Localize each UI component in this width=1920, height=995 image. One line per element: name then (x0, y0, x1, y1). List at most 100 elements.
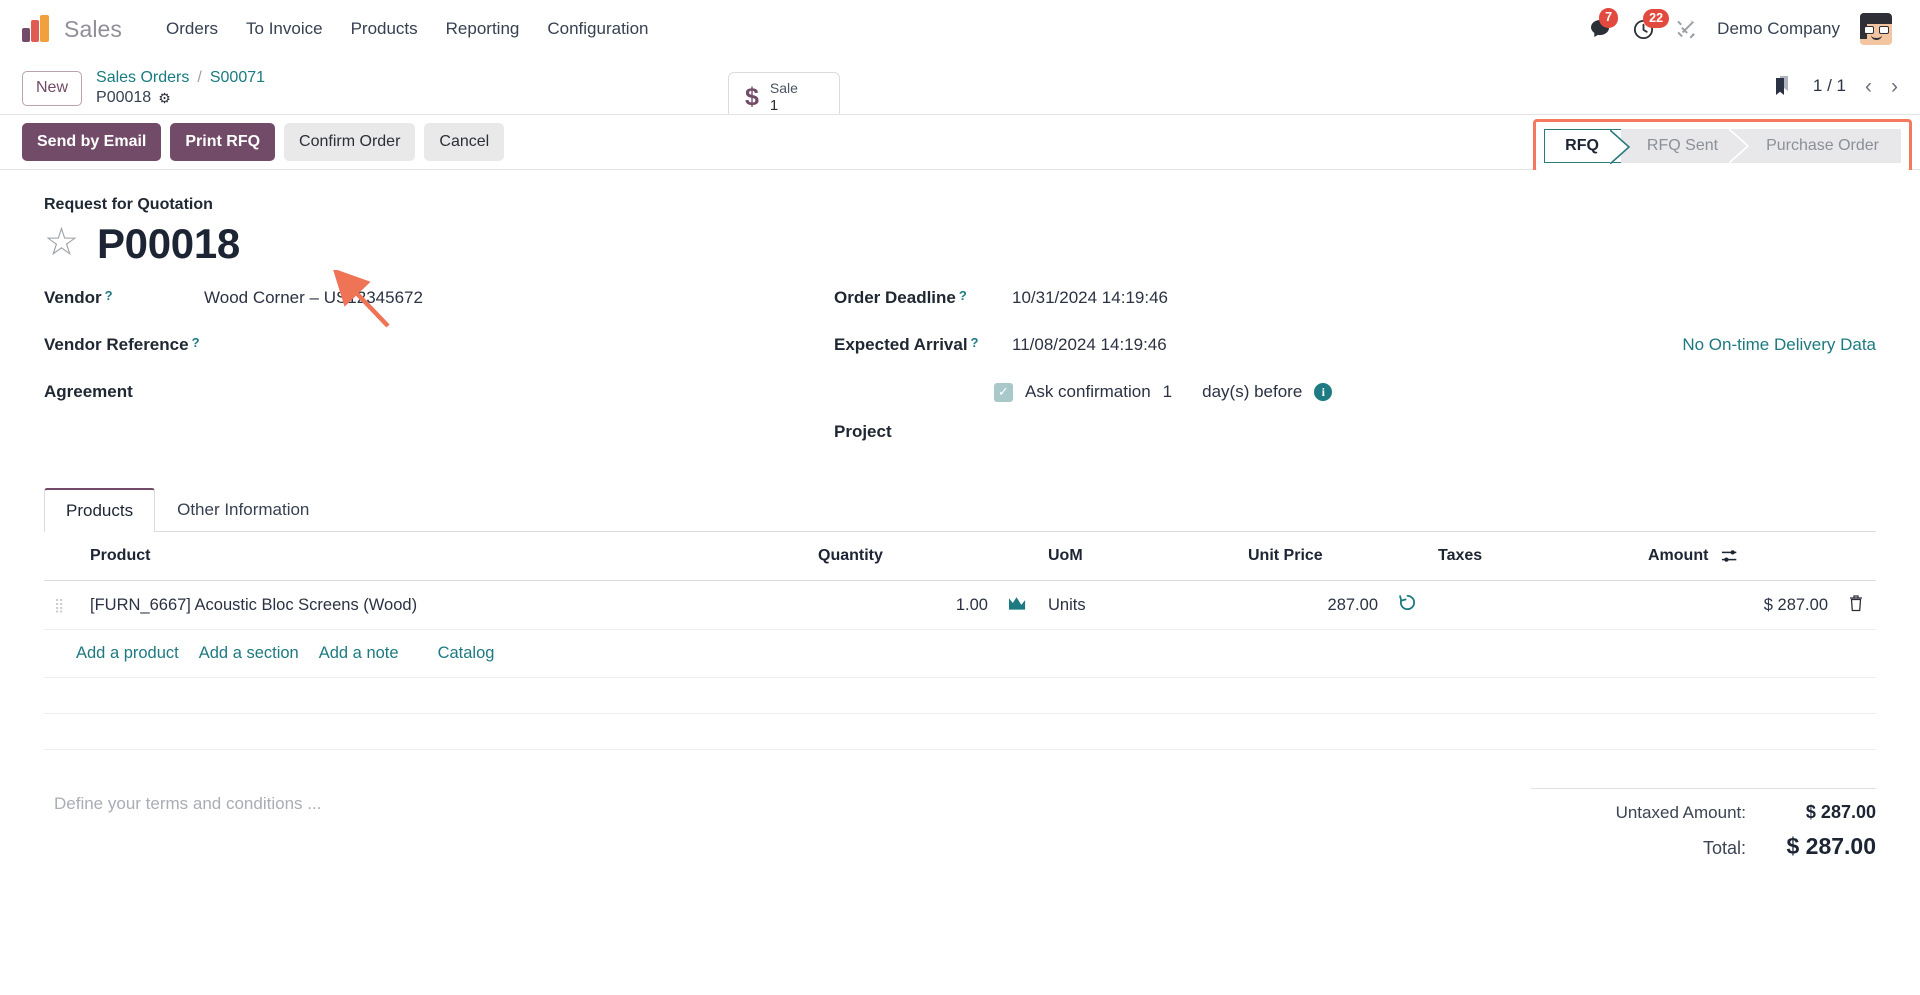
row-drag-handle[interactable]: ⣿ (44, 580, 80, 631)
pager-count: 1 / 1 (1812, 76, 1846, 95)
send-by-email-button[interactable]: Send by Email (22, 123, 162, 161)
ask-confirmation-days[interactable]: 1 (1163, 382, 1172, 402)
page-title: P00018 (96, 220, 240, 267)
terms-and-conditions-input[interactable]: Define your terms and conditions ... (44, 780, 1531, 865)
user-avatar[interactable] (1860, 13, 1892, 45)
col-delete (1838, 532, 1876, 582)
messages-count-badge: 7 (1599, 8, 1619, 28)
dollar-icon: $ (745, 82, 759, 111)
pager-next-button[interactable]: › (1891, 76, 1898, 97)
total-row: Total: $ 287.00 (1531, 828, 1876, 865)
cell-uom[interactable]: Units (1038, 580, 1238, 631)
company-switcher[interactable]: Demo Company (1717, 19, 1840, 39)
ask-confirmation-checkbox[interactable]: ✓ (994, 382, 1013, 402)
gear-icon[interactable]: ⚙ (158, 90, 171, 108)
help-icon[interactable]: ? (959, 289, 967, 302)
cell-quantity[interactable]: 1.00 (808, 580, 998, 631)
col-amount: Amount (1638, 532, 1838, 582)
field-agreement: Agreement (44, 382, 834, 408)
delete-row-icon[interactable] (1848, 595, 1864, 616)
add-a-section-link[interactable]: Add a section (199, 644, 299, 663)
print-rfq-button[interactable]: Print RFQ (170, 123, 276, 161)
status-rfq-sent[interactable]: RFQ Sent (1620, 128, 1750, 164)
form-sheet: Request for Quotation ☆ P00018 Vendor ? … (0, 170, 1920, 876)
on-time-delivery-link[interactable]: No On-time Delivery Data (1682, 335, 1876, 355)
help-icon[interactable]: ? (192, 336, 200, 349)
column-settings-icon[interactable] (1721, 547, 1739, 565)
new-record-button[interactable]: New (22, 71, 83, 106)
empty-row (44, 713, 1876, 751)
pager: 1 / 1 ‹ › (1770, 74, 1898, 98)
form-column-right: Order Deadline ? 10/31/2024 14:19:46 Exp… (834, 288, 1876, 469)
smart-button-label: Sale (769, 80, 798, 96)
nav-item-reporting[interactable]: Reporting (432, 13, 534, 45)
field-expected-arrival-value[interactable]: 11/08/2024 14:19:46 (1012, 335, 1167, 355)
total-value: $ 287.00 (1786, 833, 1876, 860)
col-unit-price-icon (1388, 532, 1428, 582)
tab-products[interactable]: Products (44, 488, 156, 532)
untaxed-amount-value: $ 287.00 (1805, 802, 1876, 823)
odoo-logo-icon (22, 14, 52, 44)
cell-price-history[interactable] (1388, 580, 1428, 631)
status-purchase-order-label: Purchase Order (1766, 137, 1879, 154)
order-lines-table: Product Quantity UoM Unit Price Taxes Am… (44, 532, 1876, 751)
col-quantity: Quantity (808, 532, 998, 582)
col-amount-label: Amount (1648, 547, 1709, 565)
breadcrumb-sales-orders[interactable]: Sales Orders (96, 68, 189, 88)
col-unit-price: Unit Price (1238, 532, 1388, 582)
add-a-product-link[interactable]: Add a product (76, 644, 179, 663)
status-rfq-label: RFQ (1565, 137, 1599, 154)
status-rfq[interactable]: RFQ (1544, 129, 1631, 165)
cell-quantity-forecast[interactable] (998, 580, 1038, 631)
status-purchase-order[interactable]: Purchase Order (1740, 129, 1901, 163)
field-vendor-value[interactable]: Wood Corner – US12345672 (204, 288, 423, 308)
action-button-bar: Send by Email Print RFQ Confirm Order Ca… (0, 114, 1920, 328)
info-icon[interactable]: i (1314, 383, 1333, 401)
catalog-link[interactable]: Catalog (438, 644, 495, 663)
field-order-deadline: Order Deadline ? 10/31/2024 14:19:46 (834, 288, 1876, 314)
activities-count-badge: 22 (1643, 8, 1670, 28)
nav-item-products[interactable]: Products (337, 13, 432, 45)
favorite-star-icon[interactable]: ☆ (44, 223, 79, 262)
cancel-button[interactable]: Cancel (424, 123, 505, 161)
add-a-note-link[interactable]: Add a note (319, 644, 399, 663)
field-vendor-label: Vendor ? (44, 288, 113, 307)
field-order-deadline-label: Order Deadline ? (834, 288, 967, 307)
cell-taxes[interactable] (1428, 580, 1638, 631)
order-lines-body: ⣿ [FURN_6667] Acoustic Bloc Screens (Woo… (44, 580, 1876, 751)
col-handle (44, 532, 80, 582)
tab-other-information[interactable]: Other Information (155, 488, 331, 532)
empty-row (44, 677, 1876, 715)
field-project-label: Project (834, 422, 892, 441)
forecast-report-icon[interactable] (1008, 594, 1027, 612)
activities-menu[interactable]: 22 (1632, 8, 1670, 41)
cell-delete[interactable] (1838, 580, 1876, 631)
nav-item-to-invoice[interactable]: To Invoice (232, 13, 337, 45)
confirm-order-button[interactable]: Confirm Order (284, 123, 416, 161)
notebook-tabs: Products Other Information (44, 487, 1876, 532)
debug-menu[interactable] (1675, 18, 1697, 40)
help-icon[interactable]: ? (105, 289, 113, 302)
cell-product[interactable]: [FURN_6667] Acoustic Bloc Screens (Wood) (80, 580, 808, 631)
breadcrumb-s00071[interactable]: S00071 (210, 68, 265, 88)
field-order-deadline-value[interactable]: 10/31/2024 14:19:46 (1012, 288, 1168, 308)
untaxed-amount-row: Untaxed Amount: $ 287.00 (1531, 797, 1876, 828)
notebook: Products Other Information Product Quant… (44, 487, 1876, 751)
help-icon[interactable]: ? (971, 336, 979, 349)
cell-amount: $ 287.00 (1638, 580, 1838, 631)
messages-menu[interactable]: 7 (1588, 8, 1619, 41)
total-label: Total: (1702, 838, 1746, 859)
nav-item-orders[interactable]: Orders (152, 13, 232, 45)
pager-previous-button[interactable]: ‹ (1865, 76, 1872, 97)
breadcrumb-separator: / (197, 69, 202, 86)
bookmark-icon[interactable] (1770, 74, 1794, 98)
form-fields-grid: Vendor ? Wood Corner – US12345672 Vendor… (44, 288, 1876, 469)
price-history-icon[interactable] (1398, 593, 1417, 612)
status-rfq-sent-label: RFQ Sent (1646, 137, 1719, 154)
field-vendor-reference-label: Vendor Reference ? (44, 335, 200, 354)
table-row[interactable]: ⣿ [FURN_6667] Acoustic Bloc Screens (Woo… (44, 580, 1876, 631)
app-name[interactable]: Sales (64, 16, 122, 43)
cell-unit-price[interactable]: 287.00 (1238, 580, 1388, 631)
nav-item-configuration[interactable]: Configuration (533, 13, 662, 45)
record-title-row: ☆ P00018 (44, 220, 1876, 268)
